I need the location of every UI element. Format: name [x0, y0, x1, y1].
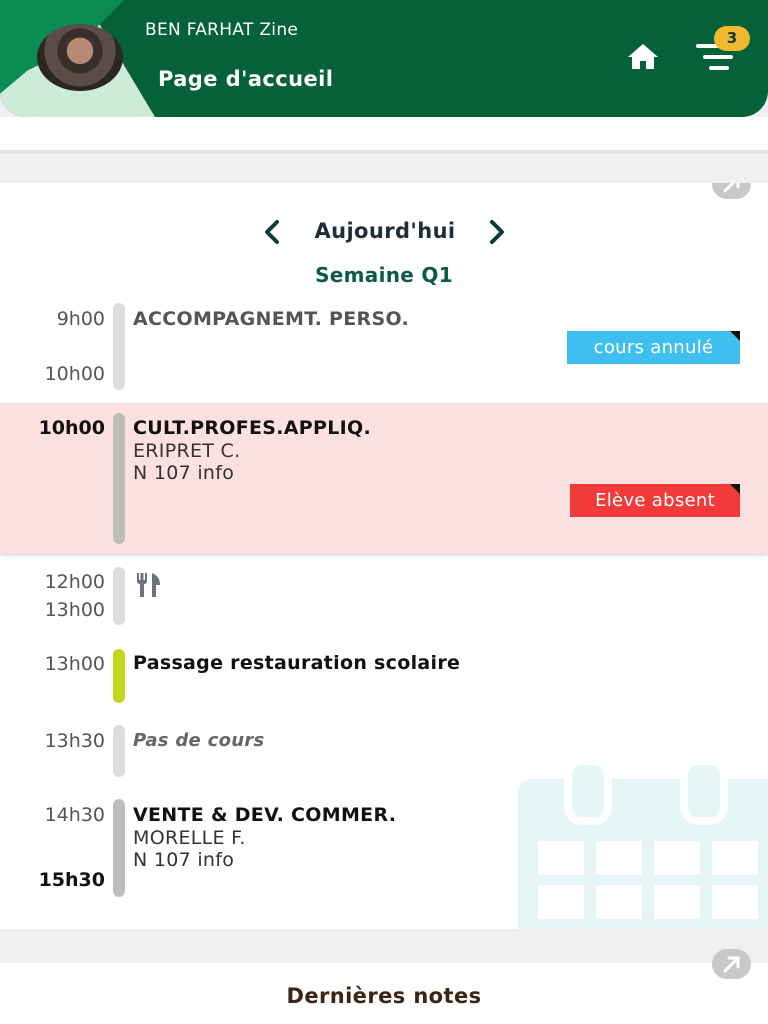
arrow-up-right-icon	[723, 183, 740, 193]
notification-badge[interactable]: 3	[714, 26, 750, 51]
slot-bar	[113, 567, 125, 625]
home-icon	[628, 44, 658, 69]
timetable-card: Aujourd'hui Semaine Q1 9h00 10h00 ACCOMP…	[0, 183, 768, 929]
slot-subject: VENTE & DEV. COMMER.	[133, 804, 397, 826]
status-badge: Elève absent	[570, 484, 740, 517]
week-label: Semaine Q1	[315, 263, 453, 287]
app-header: BEN FARHAT Zine Page d'accueil 3	[0, 0, 768, 117]
slot-end-time: 15h30	[38, 869, 105, 891]
timetable-slot-no-class: 13h30 Pas de cours	[0, 725, 768, 777]
slot-bar	[113, 725, 125, 777]
slot-subject: Pas de cours	[133, 730, 265, 751]
chevron-left-icon	[265, 220, 279, 244]
status-badge: cours annulé	[567, 331, 740, 364]
slot-start-time: 13h30	[44, 730, 105, 752]
badge-corner	[730, 331, 740, 341]
slot-start-time: 13h00	[44, 653, 105, 675]
timetable-slot[interactable]: 13h00 Passage restauration scolaire	[0, 649, 768, 704]
fork-knife-icon	[137, 573, 160, 597]
expand-notes-button[interactable]	[712, 949, 751, 979]
user-name: BEN FARHAT Zine	[145, 20, 299, 40]
previous-day-button[interactable]	[262, 219, 282, 245]
slot-room: N 107 info	[133, 462, 235, 484]
slot-bar	[113, 303, 125, 390]
slot-teacher: MORELLE F.	[133, 827, 246, 849]
timetable-slot-lunch[interactable]: 12h00 13h00	[0, 567, 768, 627]
slot-bar	[113, 799, 125, 897]
avatar[interactable]	[37, 24, 123, 91]
expand-timetable-button[interactable]	[712, 183, 751, 199]
status-badge-label: Elève absent	[595, 490, 715, 511]
slot-start-time: 12h00	[44, 571, 105, 593]
next-day-button[interactable]	[487, 219, 507, 245]
arrow-up-right-icon	[723, 956, 740, 973]
slot-bar	[113, 649, 125, 703]
slot-room: N 107 info	[133, 849, 235, 871]
slot-start-time: 10h00	[38, 417, 105, 439]
badge-corner	[730, 484, 740, 494]
chevron-right-icon	[490, 220, 504, 244]
slot-end-time: 13h00	[44, 599, 105, 621]
slot-teacher: ERIPRET C.	[133, 440, 241, 462]
status-badge-label: cours annulé	[593, 337, 714, 358]
slot-subject: ACCOMPAGNEMT. PERSO.	[133, 308, 409, 330]
slot-subject: CULT.PROFES.APPLIQ.	[133, 417, 371, 439]
timetable-slot-absent[interactable]: 10h00 CULT.PROFES.APPLIQ. ERIPRET C. N 1…	[0, 403, 768, 553]
home-button[interactable]	[626, 42, 660, 72]
divider	[0, 150, 768, 154]
slot-bar	[113, 413, 125, 544]
timetable-slot[interactable]: 9h00 10h00 ACCOMPAGNEMT. PERSO. cours an…	[0, 303, 768, 393]
slot-subject: Passage restauration scolaire	[133, 652, 461, 674]
latest-notes-title: Dernières notes	[286, 984, 482, 1008]
header-spacer	[0, 117, 768, 150]
current-day-label[interactable]: Aujourd'hui	[290, 219, 480, 243]
slot-end-time: 10h00	[44, 363, 105, 385]
slot-start-time: 9h00	[56, 308, 105, 330]
slot-start-time: 14h30	[44, 804, 105, 826]
page-title: Page d'accueil	[158, 67, 334, 91]
latest-notes-card: Dernières notes	[0, 949, 768, 1024]
timetable-slot[interactable]: 14h30 15h30 VENTE & DEV. COMMER. MORELLE…	[0, 799, 768, 899]
